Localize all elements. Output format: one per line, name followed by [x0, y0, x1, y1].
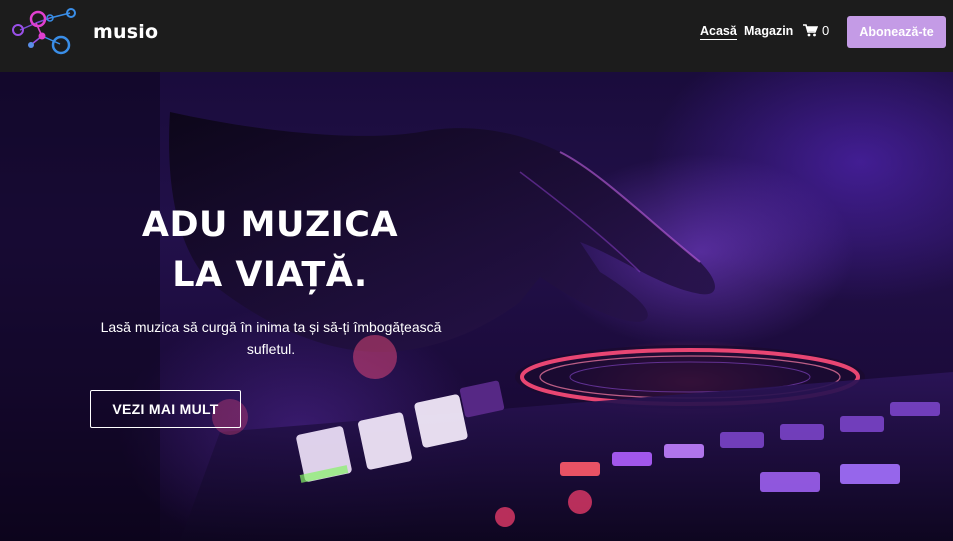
site-header: musio Acasă Magazin 0 Abonează-te [0, 0, 953, 72]
nav-link-shop[interactable]: Magazin [744, 24, 793, 38]
hero-banner: ADU MUZICA LA VIAȚĂ. Lasă muzica să curg… [0, 72, 953, 541]
nav-link-home[interactable]: Acasă [700, 24, 737, 40]
hero-title: ADU MUZICA LA VIAȚĂ. [100, 200, 440, 300]
cart-icon [803, 24, 818, 37]
subscribe-button[interactable]: Abonează-te [847, 16, 946, 48]
cart-button[interactable]: 0 [803, 23, 829, 38]
hero-subtitle: Lasă muzica să curgă în inima ta și să-ț… [100, 319, 442, 357]
cart-count: 0 [822, 23, 830, 38]
molecule-logo-icon[interactable] [8, 6, 78, 60]
hero-title-line1: ADU MUZICA [141, 205, 399, 245]
hero-title-line2: LA VIAȚĂ. [172, 255, 368, 295]
dj-mixer-background-image [0, 72, 953, 541]
brand-name[interactable]: musio [93, 21, 158, 43]
see-more-button[interactable]: VEZI MAI MULT [90, 390, 241, 428]
